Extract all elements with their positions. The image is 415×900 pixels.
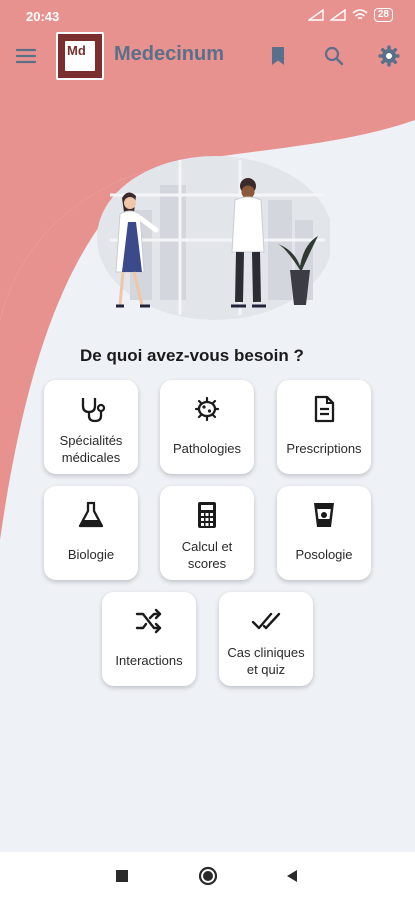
calculator-icon xyxy=(198,502,216,528)
tile-label-line: Cas cliniques xyxy=(227,645,305,660)
bacteria-icon xyxy=(194,396,220,422)
tile-label: Calcul et scores xyxy=(164,538,250,572)
app-title: Medecinum xyxy=(114,43,225,65)
cup-icon xyxy=(314,503,334,527)
tile-cas-cliniques-et-quiz[interactable]: Cas cliniques et quiz xyxy=(219,592,313,686)
tile-posologie[interactable]: Posologie xyxy=(277,486,371,580)
doctors-illustration xyxy=(97,156,330,320)
tile-label-line: Spécialités xyxy=(59,433,123,448)
system-nav-bar xyxy=(0,852,415,900)
tile-biologie[interactable]: Biologie xyxy=(44,486,138,580)
app-logo: Md xyxy=(56,32,104,80)
document-icon xyxy=(314,395,335,423)
tile-interactions[interactable]: Interactions xyxy=(102,592,196,686)
tile-pathologies[interactable]: Pathologies xyxy=(160,380,254,474)
tile-label-line: Calcul et xyxy=(181,539,233,554)
square-icon[interactable] xyxy=(112,866,132,886)
tile-label: Interactions xyxy=(115,653,183,668)
tile-label: Spécialités médicales xyxy=(48,432,134,466)
app-screen: 20:43 28 Md Medecinum De quoi avez-vous … xyxy=(0,0,415,900)
back-triangle-icon[interactable] xyxy=(282,866,302,886)
double-check-icon xyxy=(251,612,281,630)
signal-icon xyxy=(329,9,346,21)
tile-label: Posologie xyxy=(295,547,353,562)
gear-icon[interactable] xyxy=(377,44,401,68)
tile-label: Prescriptions xyxy=(286,441,362,456)
stethoscope-icon xyxy=(81,398,106,423)
wifi-icon xyxy=(352,9,368,20)
status-time: 20:43 xyxy=(26,9,60,24)
circle-icon[interactable] xyxy=(198,866,218,886)
bookmark-icon[interactable] xyxy=(266,44,290,68)
tile-calcul-et-scores[interactable]: Calcul et scores xyxy=(160,486,254,580)
tile-label: Biologie xyxy=(67,547,115,562)
flask-icon xyxy=(78,501,104,528)
status-bar: 20:43 28 xyxy=(0,0,415,30)
tile-label-line: médicales xyxy=(61,450,121,465)
tile-label-line: et quiz xyxy=(246,662,286,677)
shuffle-icon xyxy=(135,608,162,634)
tile-label-line: scores xyxy=(187,556,227,571)
signal-icon xyxy=(307,9,324,21)
tile-label: Pathologies xyxy=(173,441,241,456)
status-icons: 28 xyxy=(307,8,393,22)
logo-text: Md xyxy=(67,43,86,58)
search-icon[interactable] xyxy=(322,44,346,68)
menu-icon[interactable] xyxy=(14,44,38,68)
section-heading: De quoi avez-vous besoin ? xyxy=(80,346,304,365)
app-bar: Md Medecinum xyxy=(0,30,415,82)
tile-specialites-medicales[interactable]: Spécialités médicales xyxy=(44,380,138,474)
battery-indicator: 28 xyxy=(373,8,393,22)
tile-label: Cas cliniques et quiz xyxy=(223,644,309,678)
tile-prescriptions[interactable]: Prescriptions xyxy=(277,380,371,474)
